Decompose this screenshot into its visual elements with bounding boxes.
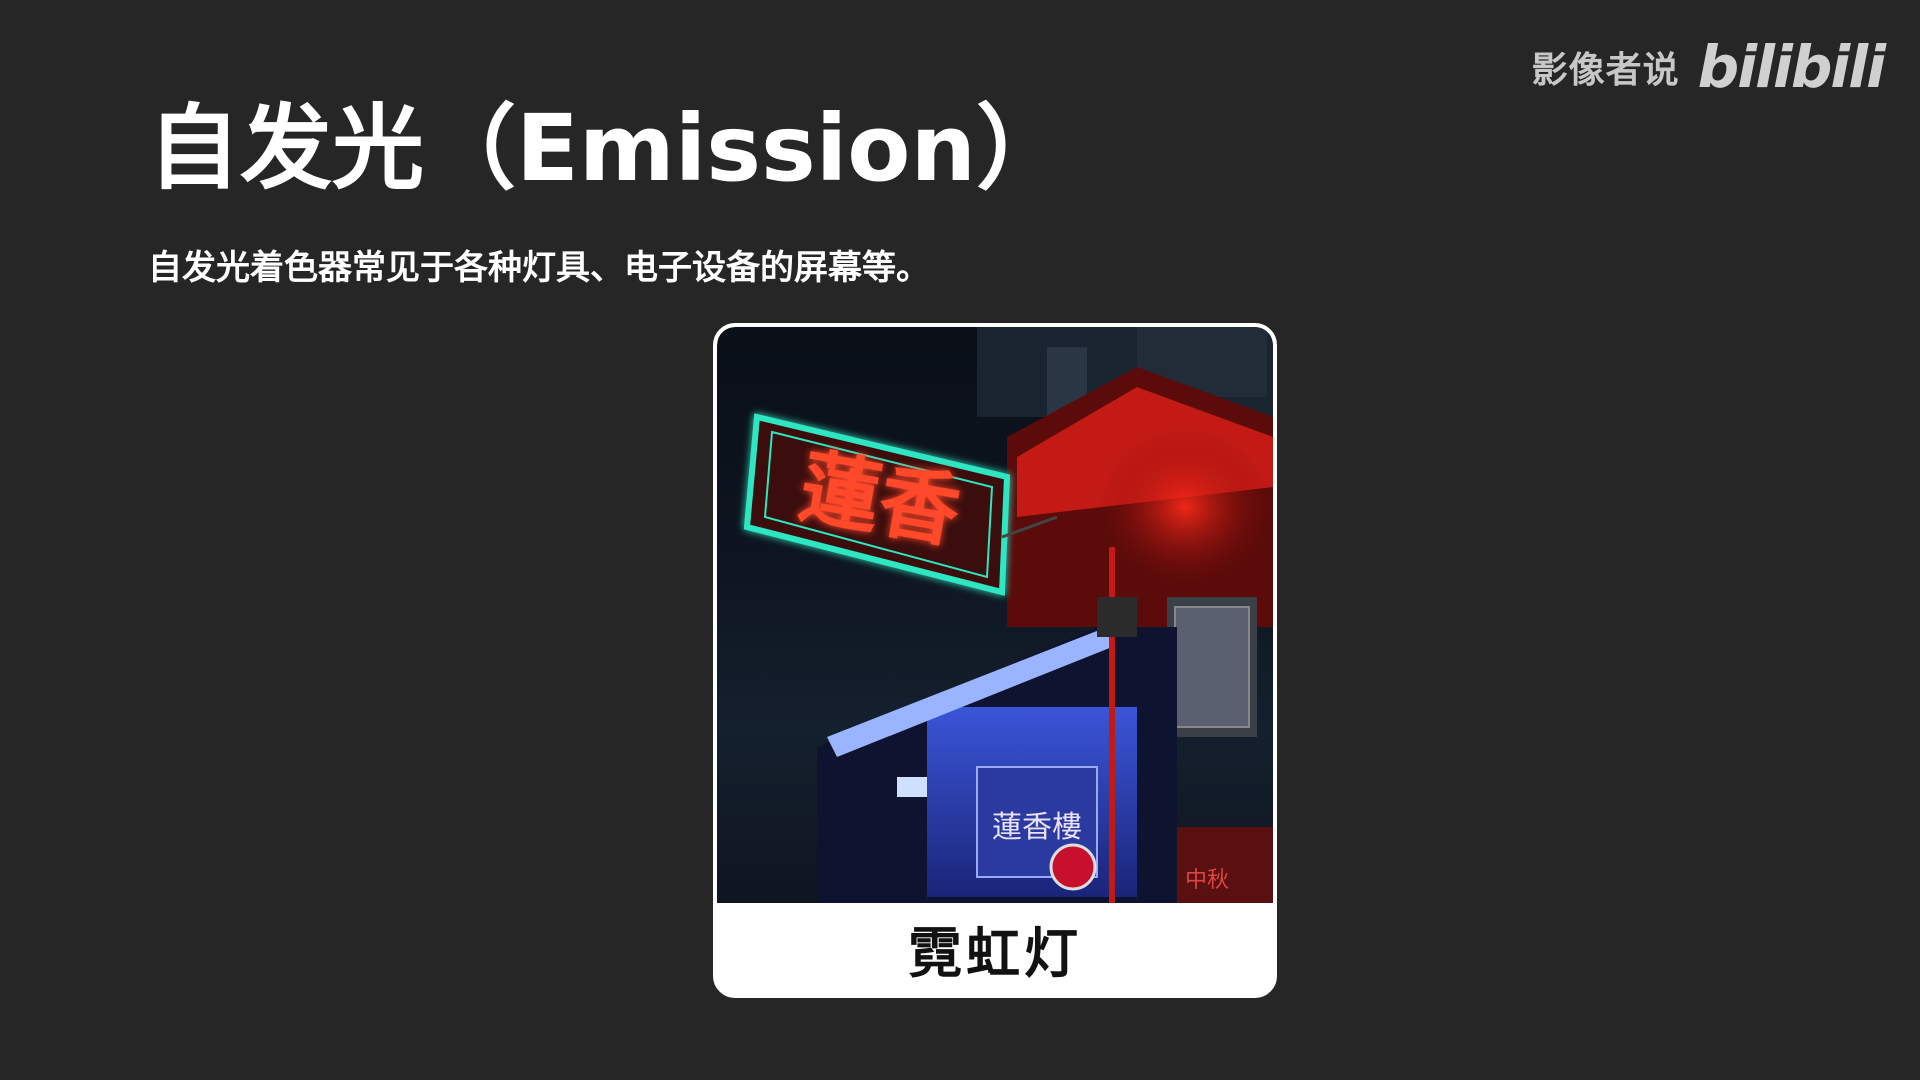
card-caption: 霓虹灯: [908, 922, 1082, 985]
shop-sign-text: 蓮香樓: [992, 810, 1082, 845]
neon-photo-card: 蓮香樓 中秋 蓮香 霓虹灯: [713, 323, 1277, 998]
slide-subtitle: 自发光着色器常见于各种灯具、电子设备的屏幕等。: [148, 248, 930, 288]
banner-text: 中秋: [1185, 868, 1229, 893]
watermark: 影像者说 bilibili: [1531, 33, 1886, 101]
slide-title: 自发光（Emission）: [148, 95, 1069, 202]
bilibili-logo: bilibili: [1697, 33, 1886, 101]
neon-street-illustration: 蓮香樓 中秋 蓮香: [743, 327, 1273, 903]
channel-name: 影像者说: [1531, 50, 1680, 91]
neon-sign-photo: 蓮香樓 中秋 蓮香: [717, 327, 1273, 903]
